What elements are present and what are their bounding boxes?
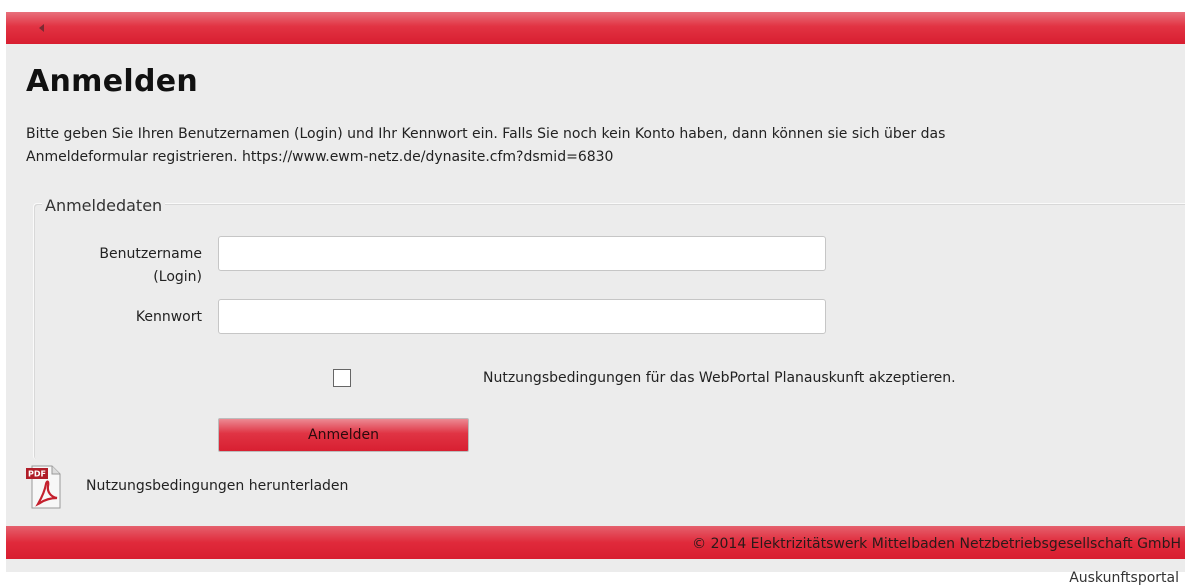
back-arrow-icon[interactable]	[39, 24, 44, 32]
password-input[interactable]	[218, 299, 826, 334]
footer-bar: © 2014 Elektrizitätswerk Mittelbaden Net…	[6, 526, 1185, 559]
intro-text: Bitte geben Sie Ihren Benutzernamen (Log…	[26, 123, 1176, 169]
intro-line-2: Anmeldeformular registrieren. https://ww…	[26, 149, 614, 165]
terms-download-link[interactable]: PDF Nutzungsbedingungen herunterladen	[26, 464, 426, 514]
terms-checkbox[interactable]	[333, 369, 351, 387]
login-button[interactable]: Anmelden	[218, 418, 469, 452]
password-label: Kennwort	[135, 309, 202, 325]
intro-line-1: Bitte geben Sie Ihren Benutzernamen (Log…	[26, 126, 946, 142]
username-label-line-2: (Login)	[153, 269, 202, 285]
portal-name: Auskunftsportal	[1069, 570, 1179, 586]
top-bar	[6, 12, 1185, 44]
username-label: Benutzername (Login)	[66, 243, 202, 289]
terms-checkbox-label: Nutzungsbedingungen für das WebPortal Pl…	[483, 370, 956, 386]
copyright-text: © 2014 Elektrizitätswerk Mittelbaden Net…	[692, 536, 1181, 552]
pdf-icon: PDF	[26, 465, 61, 509]
page-title: Anmelden	[26, 64, 199, 99]
page: Anmelden Bitte geben Sie Ihren Benutzern…	[6, 12, 1185, 586]
pdf-icon-text: PDF	[28, 470, 46, 479]
fieldset-legend: Anmeldedaten	[42, 196, 166, 215]
username-input[interactable]	[218, 236, 826, 271]
username-label-line-1: Benutzername	[99, 246, 202, 262]
download-label: Nutzungsbedingungen herunterladen	[86, 478, 349, 494]
